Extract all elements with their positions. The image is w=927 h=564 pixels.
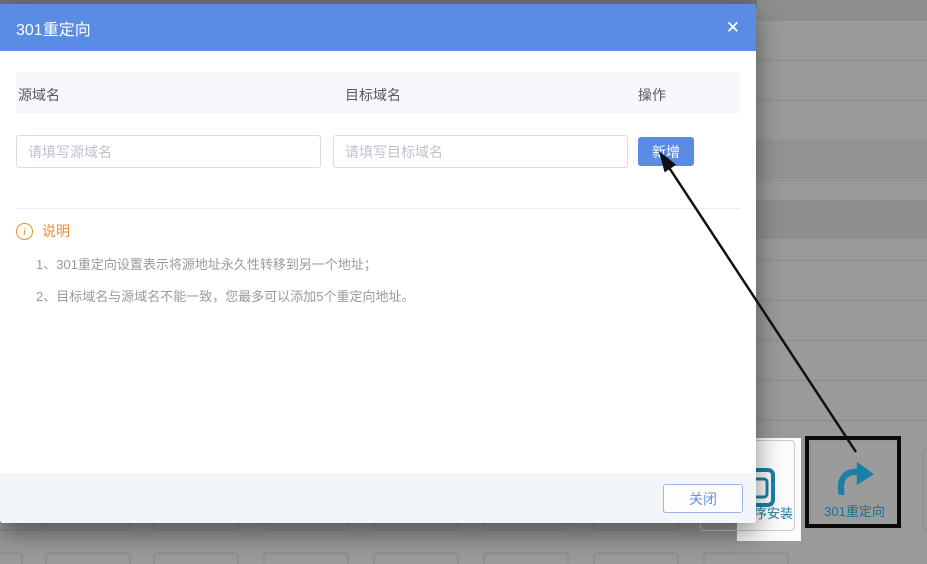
modal-header: 301重定向 ✕ [0,4,756,51]
grid-box [0,552,23,564]
notice-line-2: 2、目标域名与源域名不能一致，您最多可以添加5个重定向地址。 [36,286,740,305]
grid-box [153,552,239,564]
modal-body: 源域名 目标域名 操作 新增 i 说明 1、301重定向设置表示将源地址永久性转… [0,72,756,305]
divider [16,208,740,209]
grid-box [703,552,789,564]
close-icon[interactable]: ✕ [726,19,740,36]
background-row-stripe [756,200,927,239]
target-domain-input[interactable] [333,135,628,168]
modal-title: 301重定向 [16,16,91,40]
notice-section: i 说明 1、301重定向设置表示将源地址永久性转移到另一个地址； 2、目标域名… [16,221,740,305]
info-icon: i [16,223,33,240]
modal-footer: 关闭 [0,473,756,523]
column-source-domain: 源域名 [18,85,60,105]
grid-box [922,449,927,531]
screen: 程序安装 301重定向 301重定向 ✕ 源域名 目标域名 操作 新增 [0,0,927,564]
grid-box [483,552,569,564]
source-domain-input[interactable] [16,135,321,168]
close-button[interactable]: 关闭 [663,484,743,513]
notice-header: i 说明 [16,221,740,241]
grid-box [263,552,349,564]
column-target-domain: 目标域名 [345,85,401,105]
redirect-arrow-icon [835,459,875,495]
add-button[interactable]: 新增 [638,137,694,166]
table-header-row: 源域名 目标域名 操作 [16,72,740,113]
notice-line-1: 1、301重定向设置表示将源地址永久性转移到另一个地址； [36,254,740,273]
redirect-modal: 301重定向 ✕ 源域名 目标域名 操作 新增 i 说明 1、301重定向设置表… [0,4,756,523]
column-operation: 操作 [638,85,666,105]
grid-box [45,552,131,564]
notice-title: 说明 [42,221,70,241]
add-redirect-row: 新增 [16,135,740,168]
redirect-box-label: 301重定向 [811,501,898,520]
background-row-stripe [756,139,927,179]
grid-box [373,552,459,564]
grid-box [593,552,679,564]
redirect-box[interactable]: 301重定向 [810,441,899,528]
